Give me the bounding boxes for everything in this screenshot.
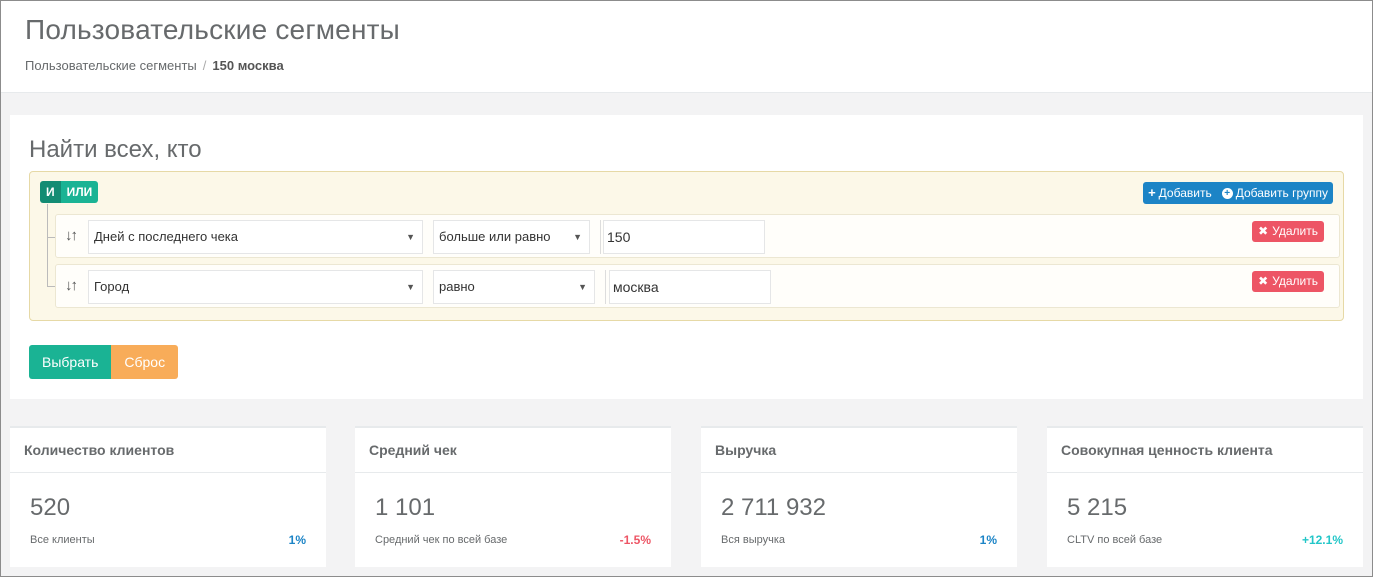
stat-value: 520 (30, 494, 71, 521)
segment-filter-panel: Найти всех, кто И ИЛИ + Добавить + Добав… (10, 115, 1363, 399)
rule-row: ↓↑ Дней с последнего чека ▼ больше или р… (55, 214, 1340, 258)
stat-card-clients: Количество клиентов 520 Все клиенты 1% (10, 426, 326, 567)
add-group-button[interactable]: + Добавить группу (1217, 182, 1333, 204)
tree-connector-tick (47, 237, 55, 238)
value-input[interactable]: москва (609, 270, 771, 304)
plus-icon: + (1148, 185, 1156, 200)
stat-delta: -1.5% (619, 533, 651, 547)
caret-down-icon: ▼ (406, 232, 415, 242)
times-icon: ✖ (1258, 224, 1269, 238)
stat-title: Выручка (701, 428, 1017, 473)
stat-caption: Средний чек по всей базе (375, 534, 508, 546)
stat-card-revenue: Выручка 2 711 932 Вся выручка 1% (701, 426, 1017, 567)
stat-title: Средний чек (355, 428, 671, 473)
page-header: Пользовательские сегменты Пользовательск… (1, 1, 1372, 93)
delete-rule-button[interactable]: ✖ Удалить (1252, 221, 1324, 242)
value-divider (605, 270, 606, 304)
value-input[interactable]: 150 (603, 220, 765, 254)
filter-title: Найти всех, кто (29, 136, 202, 163)
stat-delta: +12.1% (1301, 533, 1343, 547)
plus-circle-icon: + (1221, 187, 1233, 199)
and-button[interactable]: И (40, 181, 61, 203)
breadcrumb-separator: / (202, 58, 207, 73)
rule-row: ↓↑ Город ▼ равно ▼ москва ✖ Удалить (55, 264, 1340, 308)
add-group-label: Добавить группу (1235, 186, 1328, 200)
field-select[interactable]: Город ▼ (88, 270, 423, 304)
operator-select-value: равно (439, 279, 475, 294)
select-button[interactable]: Выбрать (29, 345, 112, 379)
caret-down-icon: ▼ (406, 282, 415, 292)
delete-rule-label: Удалить (1272, 274, 1318, 288)
group-actions: + Добавить + Добавить группу (1143, 182, 1333, 204)
caret-down-icon: ▼ (578, 282, 587, 292)
caret-down-icon: ▼ (573, 232, 582, 242)
sort-icon[interactable]: ↓↑ (65, 227, 78, 244)
breadcrumb-current: 150 москва (212, 58, 284, 73)
rule-group: И ИЛИ + Добавить + Добавить группу ↓↑ Дн… (29, 171, 1344, 321)
operator-select[interactable]: больше или равно ▼ (433, 220, 590, 254)
breadcrumb-root-link[interactable]: Пользовательские сегменты (25, 58, 197, 73)
add-rule-label: Добавить (1158, 186, 1212, 200)
stat-value: 5 215 (1067, 494, 1128, 521)
delete-rule-button[interactable]: ✖ Удалить (1252, 271, 1324, 292)
reset-button[interactable]: Сброс (111, 345, 179, 379)
stat-card-cltv: Совокупная ценность клиента 5 215 CLTV п… (1047, 426, 1363, 567)
stat-caption: Все клиенты (30, 534, 95, 546)
breadcrumb: Пользовательские сегменты / 150 москва (25, 58, 284, 73)
field-select-value: Дней с последнего чека (94, 229, 238, 244)
field-select[interactable]: Дней с последнего чека ▼ (88, 220, 423, 254)
operator-select[interactable]: равно ▼ (433, 270, 595, 304)
operator-select-value: больше или равно (439, 229, 551, 244)
sort-icon[interactable]: ↓↑ (65, 277, 78, 294)
times-icon: ✖ (1258, 274, 1269, 288)
or-button[interactable]: ИЛИ (60, 181, 99, 203)
page-title: Пользовательские сегменты (25, 14, 400, 45)
stat-delta: 1% (979, 533, 997, 547)
stat-caption: Вся выручка (721, 534, 785, 546)
stat-value: 2 711 932 (721, 494, 826, 521)
stat-title: Количество клиентов (10, 428, 326, 473)
stat-delta: 1% (288, 533, 306, 547)
value-input-text: москва (613, 279, 659, 295)
value-input-text: 150 (607, 229, 631, 245)
stat-title: Совокупная ценность клиента (1047, 428, 1363, 473)
delete-rule-label: Удалить (1272, 224, 1318, 238)
add-rule-button[interactable]: + Добавить (1143, 182, 1217, 204)
and-or-toggle: И ИЛИ (40, 181, 99, 203)
stat-card-average-check: Средний чек 1 101 Средний чек по всей ба… (355, 426, 671, 567)
stat-value: 1 101 (375, 494, 436, 521)
tree-connector (47, 204, 55, 287)
field-select-value: Город (94, 279, 130, 294)
value-divider (600, 220, 601, 254)
stat-caption: CLTV по всей базе (1067, 534, 1163, 546)
submit-row: Выбрать Сброс (29, 345, 179, 379)
